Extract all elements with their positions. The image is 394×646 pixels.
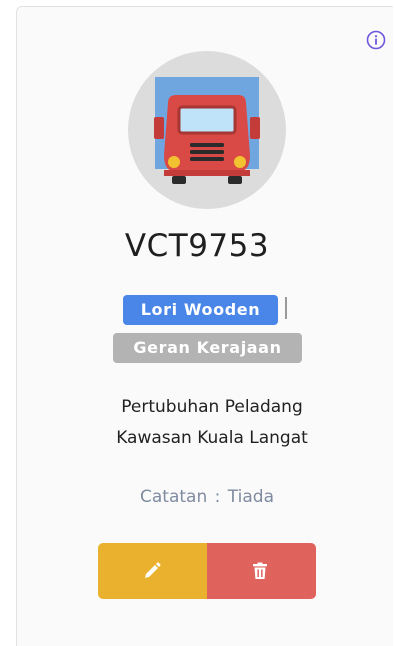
organization-name-line1: Pertubuhan Peladang bbox=[121, 397, 303, 417]
trash-icon bbox=[253, 562, 267, 579]
info-circle-icon bbox=[366, 30, 386, 50]
vehicle-avatar bbox=[128, 51, 286, 209]
note-text: Catatan : Tiada bbox=[0, 487, 394, 507]
truck-icon bbox=[154, 77, 260, 184]
note-value: Tiada bbox=[227, 487, 274, 507]
vehicle-type-badge: Lori Wooden bbox=[123, 295, 278, 325]
organization-name-line2: Kawasan Kuala Langat bbox=[116, 428, 308, 448]
ownership-badge: Geran Kerajaan bbox=[113, 333, 302, 363]
info-button[interactable] bbox=[366, 30, 386, 50]
vehicle-plate-number: VCT9753 bbox=[124, 228, 270, 264]
pencil-icon bbox=[145, 562, 161, 578]
edit-button[interactable] bbox=[98, 543, 207, 599]
note-separator: : bbox=[214, 487, 221, 507]
note-label: Catatan bbox=[140, 487, 208, 507]
delete-button[interactable] bbox=[207, 543, 316, 599]
badge-divider bbox=[285, 297, 287, 319]
